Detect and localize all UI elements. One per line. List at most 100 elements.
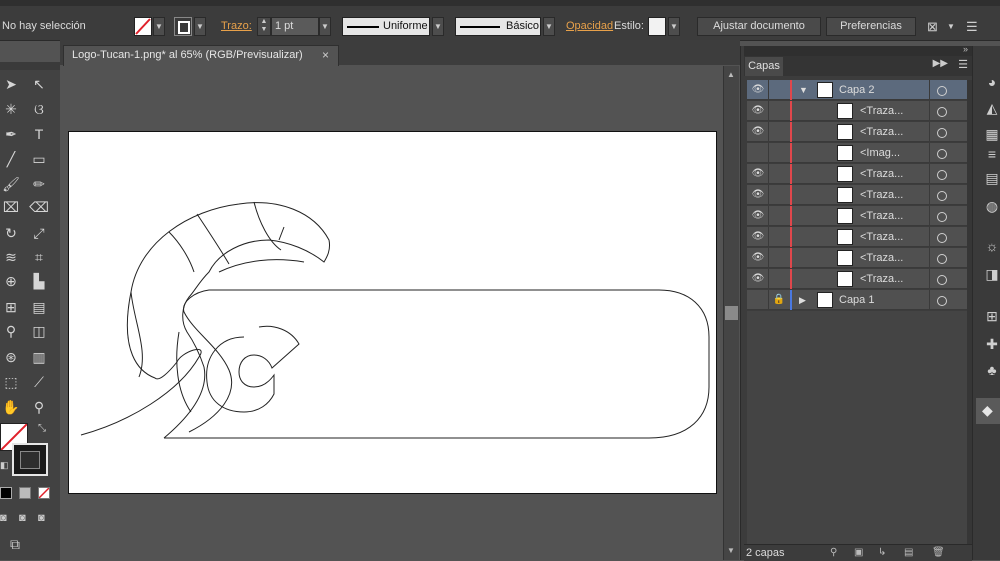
lock-toggle-icon[interactable]	[771, 248, 787, 268]
target-circle-icon[interactable]	[937, 296, 947, 306]
layer-row[interactable]: 🔒 ▶ Capa 1	[747, 290, 967, 310]
pen-tool-icon[interactable]: ✒	[0, 125, 22, 143]
new-layer-icon[interactable]: ▤	[904, 545, 913, 561]
draw-inside-icon[interactable]: ◙	[38, 512, 54, 524]
layer-name[interactable]: <Traza...	[860, 227, 903, 247]
brush-dropdown-arrow[interactable]: ▼	[543, 17, 555, 36]
stroke-label[interactable]: Trazo:	[221, 17, 255, 36]
pencil-icon[interactable]: ✏	[28, 175, 50, 193]
line-tool-icon[interactable]: ╱	[0, 150, 22, 168]
sublayer-row[interactable]: 👁 <Traza...	[747, 227, 967, 247]
mesh-tool-icon[interactable]: ⊞	[0, 298, 22, 316]
brush-definition[interactable]: Básico	[455, 17, 541, 36]
lock-toggle-icon[interactable]	[771, 80, 787, 100]
sublayer-row[interactable]: <Imag...	[747, 143, 967, 163]
collapse-panel-icon[interactable]: »	[963, 44, 968, 54]
transparency-panel-icon[interactable]: ◨	[984, 266, 1000, 282]
layer-row[interactable]: 👁 ▼ Capa 2	[747, 80, 967, 100]
selection-tool-icon[interactable]: ➤	[0, 75, 22, 93]
visibility-eye-icon[interactable]: 👁	[749, 164, 767, 184]
blob-brush-icon[interactable]: ⌧	[0, 198, 22, 216]
layer-name[interactable]: <Traza...	[860, 164, 903, 184]
default-colors-icon[interactable]: ◧	[0, 460, 9, 472]
visibility-eye-icon[interactable]: 👁	[749, 122, 767, 142]
visibility-eye-icon[interactable]	[749, 290, 767, 310]
target-circle-icon[interactable]	[937, 233, 947, 243]
arrange-dropdown-icon[interactable]: ▼	[947, 17, 959, 36]
lock-toggle-icon[interactable]	[771, 101, 787, 121]
swatches-panel-icon[interactable]: ▦	[984, 126, 1000, 142]
column-graph-icon[interactable]: ▥	[28, 348, 50, 366]
scroll-up-icon[interactable]: ▲	[727, 70, 735, 79]
blend-tool-icon[interactable]: ◫	[28, 322, 50, 340]
toucan-logo-outline[interactable]	[69, 132, 718, 495]
layer-name[interactable]: Capa 1	[839, 290, 874, 310]
visibility-eye-icon[interactable]: 👁	[749, 185, 767, 205]
perspective-grid-icon[interactable]: ▙	[28, 272, 50, 290]
sublayer-row[interactable]: 👁 <Traza...	[747, 164, 967, 184]
direct-selection-tool-icon[interactable]: ↖	[28, 75, 50, 93]
new-sublayer-icon[interactable]: ↳	[878, 545, 886, 561]
artboard[interactable]	[68, 131, 717, 494]
expand-panel-icon[interactable]: ▶▶	[933, 58, 948, 69]
stroke-weight-stepper[interactable]: ▲ ▼	[257, 17, 271, 36]
vertical-scrollbar[interactable]: ▲ ▼	[723, 66, 739, 560]
target-circle-icon[interactable]	[937, 128, 947, 138]
zoom-tool-icon[interactable]: ⚲	[28, 398, 50, 416]
close-tab-icon[interactable]: ×	[322, 46, 329, 65]
collapse-triangle-icon[interactable]: ▼	[799, 80, 808, 100]
transform-panel-icon[interactable]: ✚	[984, 336, 1000, 352]
artboard-tool-icon[interactable]: ⬚	[0, 373, 22, 391]
profile-dropdown-arrow[interactable]: ▼	[432, 17, 444, 36]
align-panel-icon[interactable]: ⊞	[984, 308, 1000, 324]
screen-mode-icon[interactable]: ⧉	[10, 536, 34, 552]
arrange-documents-icon[interactable]: ⊠	[927, 17, 943, 36]
visibility-eye-icon[interactable]: 👁	[749, 101, 767, 121]
lock-toggle-icon[interactable]	[771, 206, 787, 226]
symbol-sprayer-icon[interactable]: ⊛	[0, 348, 22, 366]
layer-name[interactable]: Capa 2	[839, 80, 874, 100]
sublayer-row[interactable]: 👁 <Traza...	[747, 248, 967, 268]
draw-normal-icon[interactable]: ◙	[0, 512, 16, 524]
type-tool-icon[interactable]: T	[28, 125, 50, 143]
fill-swatch[interactable]	[134, 17, 152, 36]
brushes-panel-icon[interactable]: ≡	[984, 146, 1000, 162]
eyedropper-icon[interactable]: ⚲	[0, 322, 22, 340]
stroke-active-swatch[interactable]	[12, 443, 48, 476]
visibility-eye-icon[interactable]: 👁	[749, 248, 767, 268]
symbols-panel-icon[interactable]: ▤	[984, 170, 1000, 186]
target-circle-icon[interactable]	[937, 149, 947, 159]
pathfinder-panel-icon[interactable]: ♣	[984, 362, 1000, 378]
sublayer-row[interactable]: 👁 <Traza...	[747, 269, 967, 289]
layers-panel-menu-icon[interactable]: ☰	[958, 58, 968, 71]
lock-toggle-icon[interactable]	[771, 143, 787, 163]
layers-panel-titlebar[interactable]: »	[744, 44, 972, 56]
target-circle-icon[interactable]	[937, 170, 947, 180]
draw-behind-icon[interactable]: ◙	[19, 512, 35, 524]
target-circle-icon[interactable]	[937, 212, 947, 222]
sublayer-row[interactable]: 👁 <Traza...	[747, 122, 967, 142]
color-panel-icon[interactable]: ◕	[984, 74, 1000, 90]
visibility-eye-icon[interactable]: 👁	[749, 80, 767, 100]
adjust-document-button[interactable]: Ajustar documento	[697, 17, 821, 36]
fill-dropdown-arrow[interactable]: ▼	[153, 17, 165, 36]
lock-toggle-icon[interactable]: 🔒	[771, 290, 787, 310]
graphic-style-swatch[interactable]	[648, 17, 666, 36]
eraser-icon[interactable]: ⌫	[28, 198, 50, 216]
layer-name[interactable]: <Imag...	[860, 143, 900, 163]
lasso-icon[interactable]: ଓ	[28, 100, 50, 118]
stroke-panel-icon[interactable]: ◍	[984, 198, 1000, 214]
sublayer-row[interactable]: 👁 <Traza...	[747, 185, 967, 205]
rotate-tool-icon[interactable]: ↻	[0, 224, 22, 242]
scale-tool-icon[interactable]: ⤢	[28, 224, 50, 242]
visibility-eye-icon[interactable]: 👁	[749, 269, 767, 289]
stroke-swatch[interactable]	[174, 17, 192, 36]
target-circle-icon[interactable]	[937, 86, 947, 96]
visibility-eye-icon[interactable]: 👁	[749, 227, 767, 247]
style-dropdown-arrow[interactable]: ▼	[668, 17, 680, 36]
layers-dock-button[interactable]: ◆	[976, 398, 1000, 424]
rectangle-tool-icon[interactable]: ▭	[28, 150, 50, 168]
slice-tool-icon[interactable]: ⟋	[28, 373, 50, 391]
width-tool-icon[interactable]: ≋	[0, 248, 22, 266]
layer-name[interactable]: <Traza...	[860, 269, 903, 289]
